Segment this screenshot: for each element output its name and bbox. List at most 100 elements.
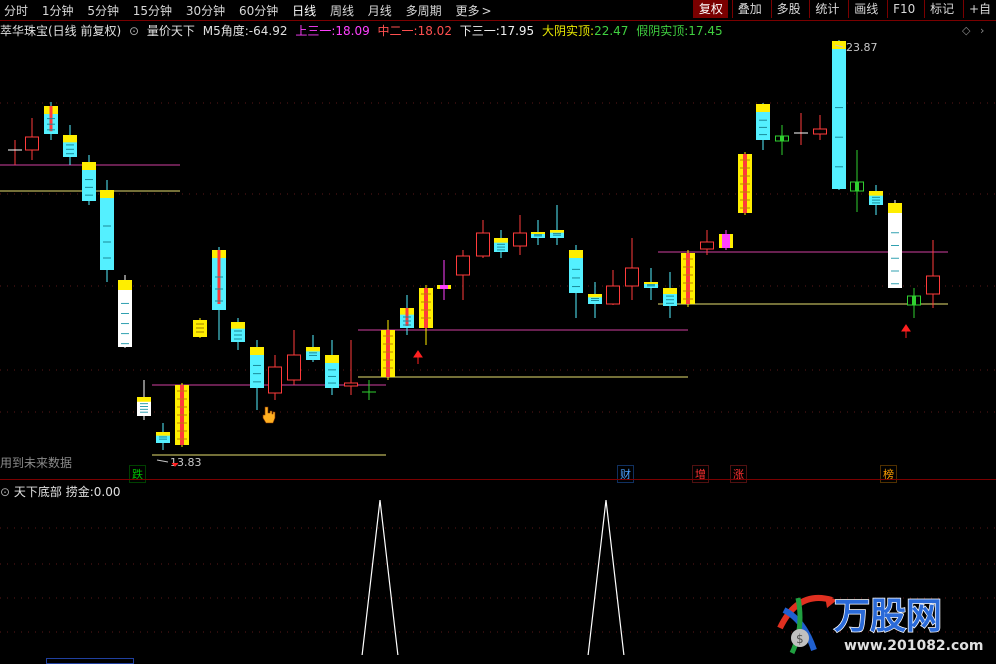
candle	[287, 330, 301, 385]
candle	[588, 282, 602, 318]
candlestick-chart[interactable]: 23.87 13.83	[0, 38, 996, 478]
candle	[569, 245, 583, 318]
candle	[813, 115, 827, 140]
period-tabs: 分时 1分钟 5分钟 15分钟 30分钟 60分钟 日线 周线 月线 多周期 更…	[4, 2, 502, 19]
indicator-toggle-icon[interactable]: ⊙	[0, 485, 10, 499]
candle	[775, 125, 789, 155]
tab-15min[interactable]: 15分钟	[133, 2, 172, 19]
candle	[756, 103, 770, 150]
candle	[700, 230, 714, 255]
tab-multi-period[interactable]: 多周期	[406, 2, 442, 19]
tab-more-label: 更多	[455, 4, 480, 18]
down3-label: 下三一:	[459, 24, 500, 38]
candle	[738, 152, 752, 215]
logo-brand: 万股网	[834, 596, 942, 637]
lower-indicator-name[interactable]: 天下底部	[14, 485, 62, 499]
tab-5min[interactable]: 5分钟	[87, 2, 119, 19]
candle	[625, 238, 639, 300]
candle	[531, 220, 545, 245]
event-marker-die[interactable]: 跌	[129, 465, 146, 483]
tab-more[interactable]: 更多 >	[455, 2, 491, 19]
candle	[362, 380, 376, 400]
lower-indicator-info: ⊙ 天下底部 捞金:0.00	[0, 483, 121, 499]
future-data-note: 用到未来数据	[0, 456, 73, 470]
svg-text:$: $	[796, 632, 804, 646]
candle	[606, 270, 620, 305]
overlay-button[interactable]: 叠加	[731, 0, 767, 18]
candle	[268, 355, 282, 400]
event-marker-zeng[interactable]: 增	[692, 465, 709, 483]
top-toolbar: 分时 1分钟 5分钟 15分钟 30分钟 60分钟 日线 周线 月线 多周期 更…	[0, 0, 996, 21]
candle	[437, 260, 451, 300]
candle	[137, 380, 151, 420]
date-tab[interactable]	[46, 658, 134, 664]
big-yin-value: 22.47	[594, 24, 629, 38]
candle	[719, 230, 733, 250]
low-price-pointer	[156, 459, 169, 463]
tab-daily[interactable]: 日线	[292, 2, 316, 19]
lower-value-label: 捞金:	[65, 485, 94, 499]
candle	[118, 275, 132, 348]
tab-weekly[interactable]: 周线	[330, 2, 354, 19]
candle	[250, 340, 264, 410]
fake-yin-value: 17.45	[688, 24, 723, 38]
candle	[8, 140, 22, 165]
candle	[100, 180, 114, 282]
indicator-name[interactable]: 量价天下	[147, 24, 195, 38]
candle	[832, 40, 846, 190]
down3-value: 17.95	[499, 24, 535, 38]
mid2-value: 18.02	[417, 24, 452, 38]
lower-value: 0.00	[93, 485, 121, 499]
m5-label: M5角度:	[202, 24, 249, 38]
candle	[663, 272, 677, 318]
draw-line-button[interactable]: 画线	[848, 0, 883, 18]
candle	[325, 340, 339, 395]
candle	[400, 295, 414, 335]
candle	[794, 113, 808, 145]
candle	[306, 335, 320, 362]
event-marker-cai[interactable]: 财	[617, 465, 634, 483]
statistics-button[interactable]: 统计	[809, 0, 844, 18]
tab-60min[interactable]: 60分钟	[239, 2, 278, 19]
fuquan-button[interactable]: 复权	[692, 0, 728, 18]
chevron-right-icon: >	[481, 4, 492, 18]
candle	[44, 102, 58, 140]
f10-button[interactable]: F10	[887, 0, 920, 18]
candle	[344, 340, 358, 395]
mark-button[interactable]: 标记	[924, 0, 959, 18]
candle	[212, 247, 226, 340]
tab-30min[interactable]: 30分钟	[186, 2, 225, 19]
stock-title[interactable]: 萃华珠宝(日线 前复权)	[0, 24, 121, 38]
big-yin-label: 大阴实顶:	[542, 24, 595, 38]
up3-value: 18.09	[335, 24, 370, 38]
add-custom-button[interactable]: +自	[962, 0, 996, 18]
diamond-icon[interactable]: ◇	[962, 24, 970, 37]
tab-fenshi[interactable]: 分时	[4, 2, 28, 19]
bottom-scrollbar[interactable]	[0, 655, 996, 664]
candle	[231, 318, 245, 350]
panel-divider[interactable]	[0, 479, 996, 480]
high-price-label: 23.87	[846, 41, 878, 54]
candle	[869, 185, 883, 215]
candle	[456, 250, 470, 300]
grid-dots	[0, 102, 996, 413]
candle	[156, 423, 170, 450]
candle	[513, 215, 527, 255]
indicator-toggle-icon[interactable]: ⊙	[129, 24, 139, 38]
candles	[8, 40, 940, 450]
event-marker-bang[interactable]: 榜	[880, 465, 897, 483]
m5-value: -64.92	[248, 24, 288, 38]
wangu-logo: $ 万股网 www.201082.com	[777, 594, 984, 655]
tab-1min[interactable]: 1分钟	[42, 2, 74, 19]
chevron-right-icon[interactable]: ›	[980, 24, 984, 37]
multi-stock-button[interactable]: 多股	[770, 0, 806, 18]
candle	[193, 318, 207, 338]
candle	[850, 150, 864, 212]
fake-yin-label: 假阴实顶:	[636, 24, 689, 38]
candle	[82, 155, 96, 205]
candle	[381, 320, 395, 380]
tab-monthly[interactable]: 月线	[368, 2, 392, 19]
candle	[888, 200, 902, 288]
event-marker-zhang[interactable]: 涨	[730, 465, 747, 483]
candle	[681, 250, 695, 307]
